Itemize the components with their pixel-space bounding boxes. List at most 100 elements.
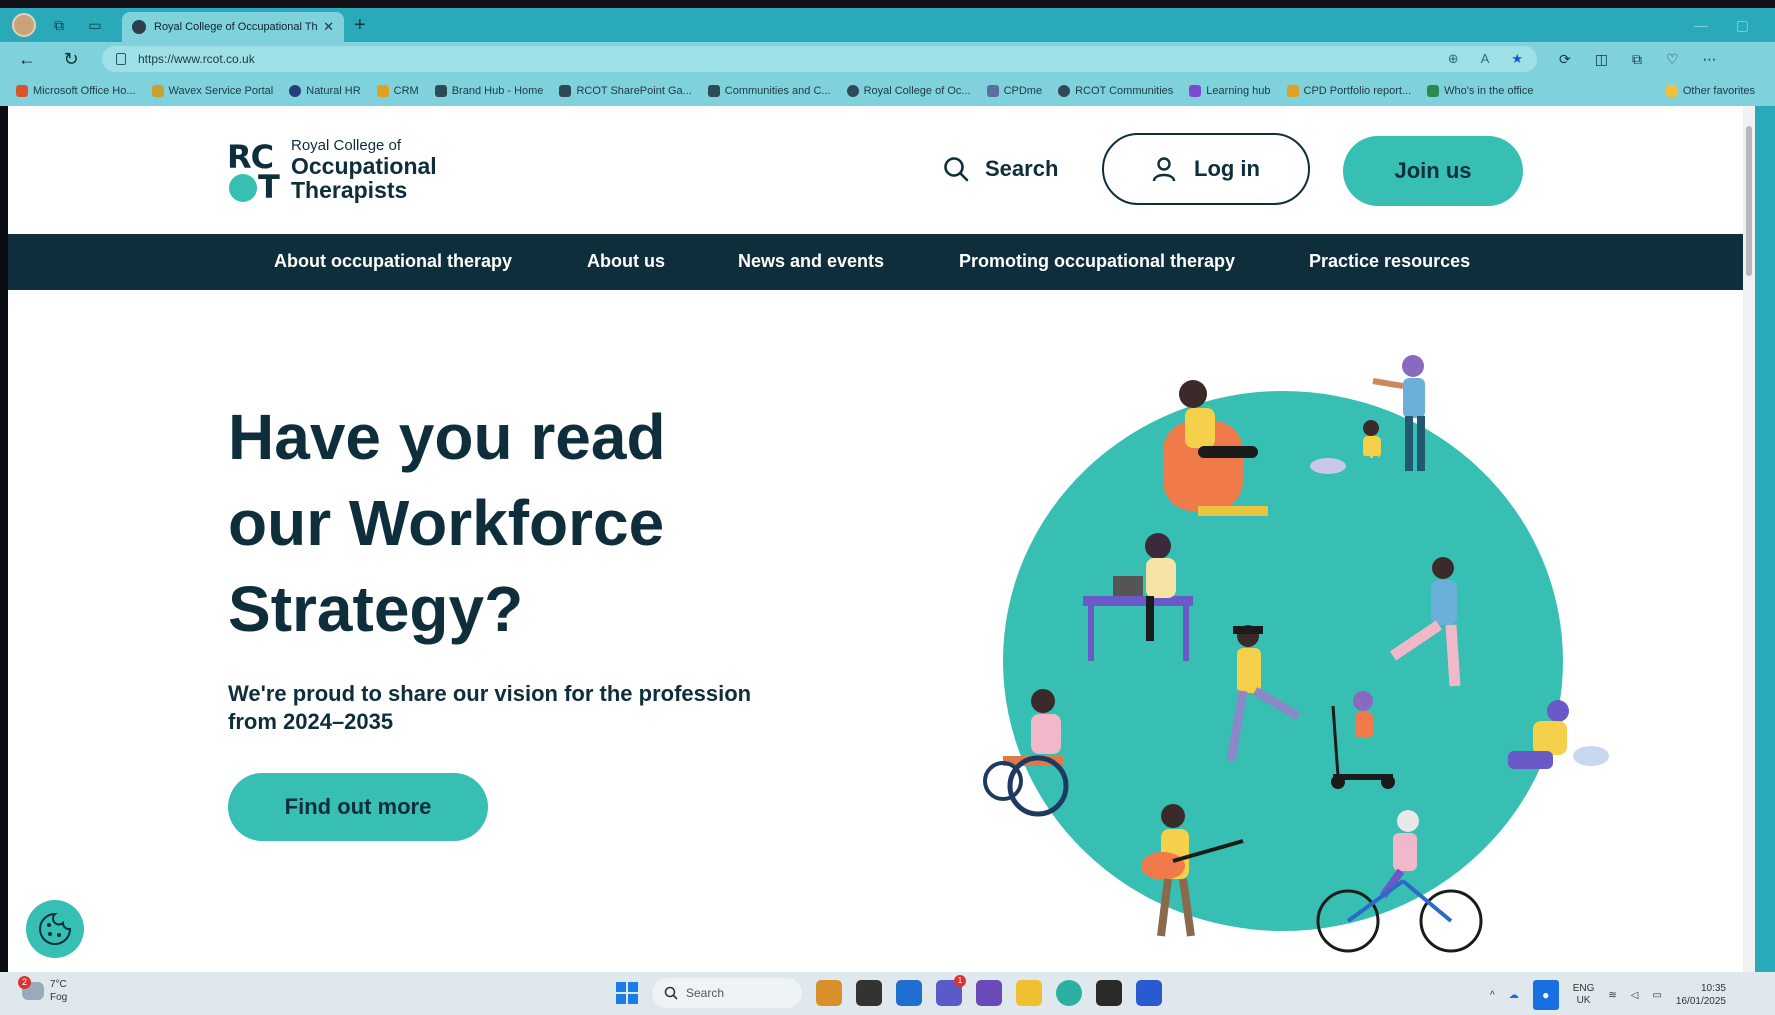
sticky-notes-icon[interactable] xyxy=(1096,980,1122,1006)
find-out-more-button[interactable]: Find out more xyxy=(228,773,488,841)
lock-icon xyxy=(116,53,126,65)
minimize-icon[interactable]: — xyxy=(1694,17,1708,34)
logo-line2: Therapists xyxy=(291,176,408,203)
bookmark-label: CPD Portfolio report... xyxy=(1303,85,1412,97)
bookmark-item[interactable]: CPDme xyxy=(986,85,1043,97)
bookmark-icon xyxy=(1286,85,1299,97)
bookmark-icon xyxy=(434,85,447,97)
bookmark-item[interactable]: Who's in the office xyxy=(1427,85,1533,97)
taskbar-search-input[interactable]: Search xyxy=(652,978,802,1008)
profile-avatar[interactable] xyxy=(12,13,36,37)
bookmark-icon xyxy=(151,85,164,97)
collections-icon[interactable]: ⧉ xyxy=(1632,51,1642,68)
chart-app-icon[interactable] xyxy=(976,980,1002,1006)
bookmark-item[interactable]: RCOT Communities xyxy=(1058,85,1173,97)
taskbar-search-placeholder: Search xyxy=(686,986,725,1000)
zoom-icon[interactable]: ⊕ xyxy=(1448,51,1459,67)
wifi-icon[interactable]: ≋ xyxy=(1608,990,1616,1001)
extensions-icon[interactable]: ⟳ xyxy=(1559,51,1571,68)
window-controls: — ▢ xyxy=(1694,17,1749,34)
read-aloud-icon[interactable]: A xyxy=(1481,51,1490,67)
nav-item-practice-resources[interactable]: Practice resources xyxy=(1309,251,1470,272)
browser-essentials-icon[interactable]: ♡ xyxy=(1666,51,1679,68)
url-input[interactable]: https://www.rcot.co.uk ⊕ A ★ xyxy=(102,46,1537,72)
bookmark-item[interactable]: Wavex Service Portal xyxy=(151,85,273,97)
weather-widget[interactable]: 2 7°C Fog xyxy=(18,976,67,1004)
join-us-button[interactable]: Join us xyxy=(1343,136,1523,206)
teams-icon[interactable]: 1 xyxy=(936,975,966,1006)
hero-illustration xyxy=(983,355,1609,953)
onedrive-icon[interactable]: ☁ xyxy=(1509,990,1519,1001)
refresh-icon[interactable]: ↻ xyxy=(54,45,88,73)
task-view-icon[interactable] xyxy=(856,980,882,1006)
more-menu-icon[interactable]: ⋯ xyxy=(1703,51,1717,68)
back-icon[interactable]: ← xyxy=(10,45,44,73)
language-indicator[interactable]: ENG UK xyxy=(1573,983,1595,1007)
bookmark-item[interactable]: RCOT SharePoint Ga... xyxy=(559,85,692,97)
bookmark-item[interactable]: Royal College of Oc... xyxy=(846,85,971,97)
new-tab-icon[interactable]: + xyxy=(354,14,366,37)
edge-icon[interactable] xyxy=(1056,980,1082,1006)
battery-icon[interactable]: ▭ xyxy=(1652,990,1661,1001)
nav-item-promoting-ot[interactable]: Promoting occupational therapy xyxy=(959,251,1235,272)
microphone-icon[interactable]: ● xyxy=(1532,980,1559,1010)
bookmark-item[interactable]: Microsoft Office Ho... xyxy=(16,85,136,97)
favorite-star-icon[interactable]: ★ xyxy=(1511,51,1523,67)
bookmark-icon xyxy=(986,85,999,97)
window-top-edge xyxy=(0,0,1775,8)
bookmark-icon xyxy=(559,85,572,97)
bookmark-label: CRM xyxy=(393,85,419,97)
other-favorites-label: Other favorites xyxy=(1682,85,1755,97)
login-button[interactable]: Log in xyxy=(1102,133,1310,205)
bookmark-label: Learning hub xyxy=(1206,85,1271,97)
nav-item-news-events[interactable]: News and events xyxy=(738,251,884,272)
cookie-icon xyxy=(39,912,72,945)
file-explorer-icon[interactable] xyxy=(1016,980,1042,1006)
weather-temp: 7°C xyxy=(50,979,67,990)
bookmark-icon xyxy=(1427,85,1440,97)
workspaces-icon[interactable]: ⧉ xyxy=(46,12,72,38)
search-button[interactable]: Search xyxy=(943,156,1058,182)
hero-heading: Have you read our Workforce Strategy? xyxy=(228,394,788,652)
nav-item-about-ot[interactable]: About occupational therapy xyxy=(274,251,512,272)
nav-item-about-us[interactable]: About us xyxy=(587,251,665,272)
work-folder-icon[interactable] xyxy=(816,980,842,1006)
bookmark-item[interactable]: Communities and C... xyxy=(707,85,831,97)
bookmark-label: Royal College of Oc... xyxy=(863,85,971,97)
clock[interactable]: 10:35 16/01/2025 xyxy=(1676,982,1726,1008)
url-text: https://www.rcot.co.uk xyxy=(138,52,255,66)
other-favorites[interactable]: Other favorites xyxy=(1665,85,1755,97)
split-screen-icon[interactable]: ◫ xyxy=(1595,51,1608,68)
bookmark-label: Who's in the office xyxy=(1444,85,1534,97)
maximize-icon[interactable]: ▢ xyxy=(1736,17,1749,34)
bookmark-icon xyxy=(376,85,389,97)
cookie-settings-button[interactable] xyxy=(26,900,84,958)
bookmark-label: CPDme xyxy=(1003,85,1043,97)
bookmark-item[interactable]: CPD Portfolio report... xyxy=(1286,85,1412,97)
bookmark-item[interactable]: CRM xyxy=(376,85,419,97)
bookmark-label: Microsoft Office Ho... xyxy=(33,85,136,97)
bookmark-item[interactable]: Natural HR xyxy=(289,85,361,97)
site-header: RC T Royal College of Occupational Thera… xyxy=(8,106,1743,234)
tab-title: Royal College of Occupational Th xyxy=(154,21,318,33)
volume-icon[interactable]: ◁ xyxy=(1631,990,1639,1001)
hero-heading-line1: Have you read xyxy=(228,401,666,473)
folder-icon xyxy=(1665,85,1678,97)
bookmark-item[interactable]: Brand Hub - Home xyxy=(434,85,543,97)
start-icon[interactable] xyxy=(616,982,638,1004)
url-actions: ⊕ A ★ xyxy=(1448,51,1523,67)
scrollbar-thumb[interactable] xyxy=(1746,126,1752,276)
taskbar-apps: Search 1 xyxy=(616,975,1162,1008)
page-scrollbar[interactable] xyxy=(1743,106,1755,972)
tab-rcot[interactable]: Royal College of Occupational Th ✕ xyxy=(122,12,344,42)
bookmark-item[interactable]: Learning hub xyxy=(1189,85,1271,97)
chevron-up-icon[interactable]: ^ xyxy=(1490,990,1495,1001)
clock-time: 10:35 xyxy=(1700,983,1726,994)
rcot-logo[interactable]: RC T Royal College of Occupational Thera… xyxy=(227,138,437,206)
close-tab-icon[interactable]: ✕ xyxy=(323,19,334,35)
word-icon[interactable] xyxy=(1136,980,1162,1006)
hero-heading-line2: our Workforce xyxy=(228,487,665,559)
weather-badge: 2 xyxy=(18,976,31,989)
tab-actions-icon[interactable]: ▭ xyxy=(82,12,108,38)
outlook-icon[interactable] xyxy=(896,980,922,1006)
